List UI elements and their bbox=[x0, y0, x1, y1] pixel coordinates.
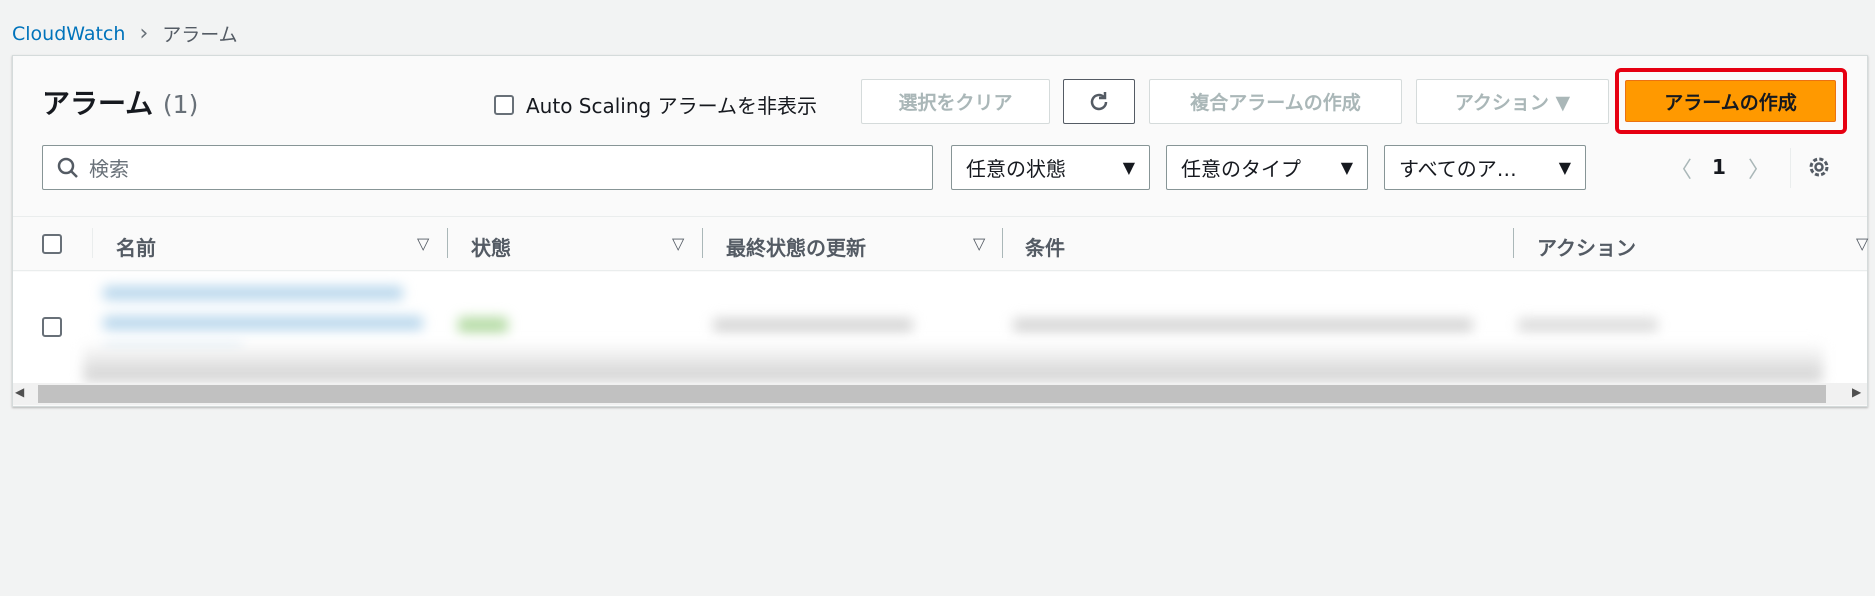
create-alarm-button[interactable]: アラームの作成 bbox=[1625, 80, 1836, 122]
breadcrumb-current: アラーム bbox=[162, 24, 238, 46]
divider bbox=[447, 228, 448, 258]
prev-page-icon[interactable]: 〈 bbox=[1670, 152, 1692, 184]
caret-down-icon: ▼ bbox=[1340, 158, 1353, 177]
clear-selection-button[interactable]: 選択をクリア bbox=[861, 79, 1050, 124]
settings-gear-icon[interactable] bbox=[1806, 154, 1832, 184]
next-page-icon[interactable]: 〉 bbox=[1748, 152, 1770, 184]
hide-autoscaling-toggle[interactable]: Auto Scaling アラームを非表示 bbox=[494, 90, 817, 119]
type-filter-select[interactable]: 任意のタイプ ▼ bbox=[1166, 145, 1368, 190]
blurred-text bbox=[103, 316, 423, 330]
search-icon bbox=[57, 157, 78, 178]
table-row[interactable] bbox=[13, 272, 1867, 384]
scroll-right-icon[interactable]: ▶ bbox=[1852, 385, 1861, 399]
breadcrumb-cloudwatch-link[interactable]: CloudWatch bbox=[12, 23, 125, 45]
column-header-state[interactable]: 状態 bbox=[471, 232, 511, 261]
refresh-icon bbox=[1090, 91, 1108, 110]
select-all-checkbox[interactable] bbox=[42, 234, 62, 254]
column-header-conditions[interactable]: 条件 bbox=[1025, 232, 1065, 261]
blurred-text bbox=[1518, 318, 1658, 332]
blurred-text bbox=[1013, 318, 1473, 332]
caret-down-icon: ▼ bbox=[1122, 158, 1135, 177]
chevron-right-icon: › bbox=[139, 21, 149, 46]
divider bbox=[1513, 228, 1514, 258]
blur-overlay bbox=[83, 342, 1823, 382]
sort-icon[interactable]: ▽ bbox=[973, 234, 985, 253]
divider bbox=[1002, 228, 1003, 258]
sort-icon[interactable]: ▽ bbox=[672, 234, 684, 253]
breadcrumb: CloudWatch › アラーム bbox=[12, 20, 238, 47]
sort-icon[interactable]: ▽ bbox=[1856, 234, 1868, 253]
row-checkbox[interactable] bbox=[42, 317, 62, 337]
divider bbox=[92, 228, 93, 258]
alarm-count: (1) bbox=[162, 90, 199, 119]
column-header-name[interactable]: 名前 bbox=[116, 232, 156, 261]
create-composite-alarm-button[interactable]: 複合アラームの作成 bbox=[1149, 79, 1402, 124]
search-input[interactable]: 検索 bbox=[42, 145, 933, 190]
hide-autoscaling-checkbox[interactable] bbox=[494, 94, 514, 115]
caret-down-icon: ▼ bbox=[1558, 158, 1571, 177]
actions-filter-select[interactable]: すべてのア… ▼ bbox=[1384, 145, 1586, 190]
column-header-last-updated[interactable]: 最終状態の更新 bbox=[726, 232, 866, 261]
refresh-button[interactable] bbox=[1063, 79, 1135, 124]
column-header-actions[interactable]: アクション bbox=[1537, 232, 1636, 261]
state-filter-select[interactable]: 任意の状態 ▼ bbox=[951, 145, 1150, 190]
divider bbox=[1790, 148, 1791, 188]
page-number[interactable]: 1 bbox=[1712, 155, 1726, 179]
scrollbar-thumb[interactable] bbox=[38, 385, 1826, 403]
sort-icon[interactable]: ▽ bbox=[417, 234, 429, 253]
alarm-name-link-blurred[interactable] bbox=[103, 286, 403, 300]
state-badge-blurred bbox=[458, 317, 508, 333]
actions-dropdown-button[interactable]: アクション ▼ bbox=[1416, 79, 1609, 124]
page-title: アラーム (1) bbox=[42, 87, 199, 120]
divider bbox=[702, 228, 703, 258]
blurred-text bbox=[713, 318, 913, 332]
scroll-left-icon[interactable]: ◀ bbox=[15, 385, 24, 399]
